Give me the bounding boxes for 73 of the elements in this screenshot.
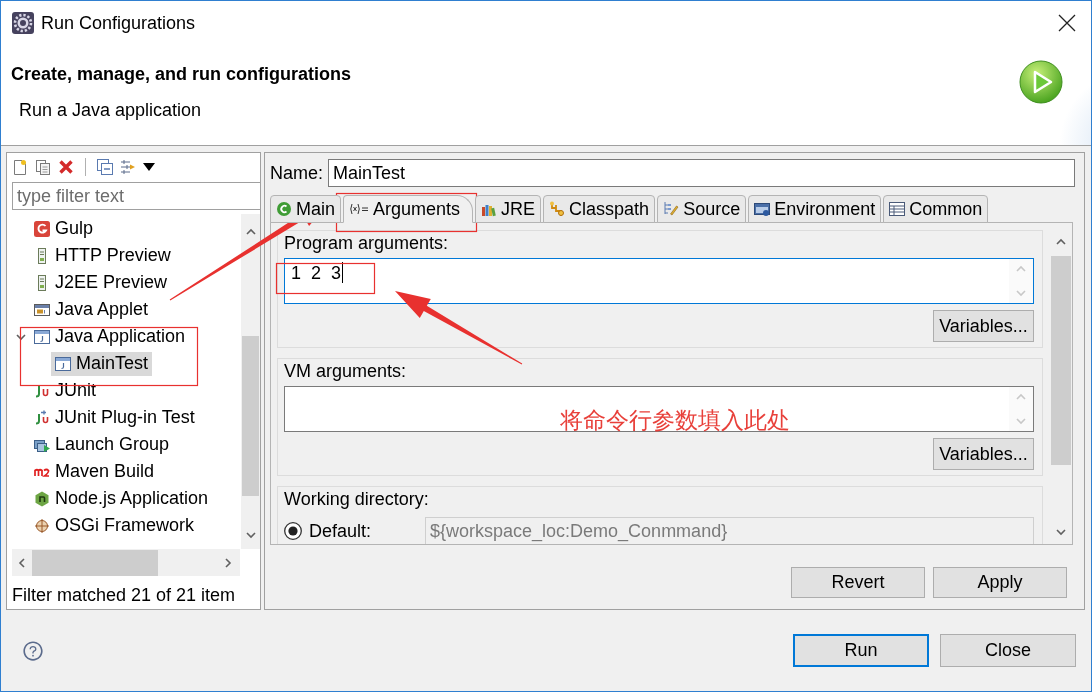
dialog-button[interactable]: Run [793, 634, 929, 667]
tree-item[interactable]: Launch Group [30, 432, 174, 457]
delete-icon[interactable] [58, 159, 74, 175]
chevron-up-icon[interactable] [245, 228, 256, 236]
hexagon-icon [34, 490, 50, 507]
tab[interactable]: Main [270, 195, 341, 223]
tree-item[interactable]: J2EE Preview [30, 270, 172, 295]
tree-item[interactable]: Java Application [30, 324, 190, 349]
filter-status: Filter matched 21 of 21 item [11, 584, 236, 606]
text-cursor-icon [342, 262, 344, 283]
pencil-tree-icon [663, 201, 680, 217]
tab[interactable]: JRE [475, 195, 542, 223]
scrollbar-thumb[interactable] [32, 549, 158, 576]
dropdown-icon[interactable] [143, 163, 155, 171]
help-icon[interactable] [22, 639, 44, 662]
circle-icon [276, 201, 292, 217]
window-icon [55, 355, 71, 372]
window-title: Run Configurations [41, 11, 196, 34]
table-icon [889, 201, 906, 217]
tree-item[interactable]: Gulp [30, 216, 98, 241]
tree-item[interactable]: JUnit [30, 378, 100, 403]
variable-icon [349, 201, 369, 217]
tree-item[interactable]: OSGi Framework [30, 513, 199, 538]
window-icon [34, 328, 50, 345]
variables-button[interactable]: Variables... [933, 438, 1034, 470]
annotation-text: 将命令行参数填入此处 [560, 406, 790, 434]
radio-label: Default: [309, 520, 373, 542]
play-icon [1019, 60, 1063, 104]
config-button[interactable]: Apply [933, 567, 1067, 598]
tab[interactable]: Source [657, 195, 747, 223]
config-button[interactable]: Revert [791, 567, 925, 598]
filter-field[interactable]: type filter text [12, 182, 260, 210]
tree-item[interactable]: HTTP Preview [30, 243, 175, 268]
tree-item[interactable]: Maven Build [30, 459, 159, 484]
monitor-icon [754, 201, 771, 217]
tab[interactable]: Environment [748, 195, 882, 223]
tab[interactable]: Classpath [543, 195, 656, 223]
gear-icon [12, 11, 34, 34]
copy-icon[interactable] [35, 159, 51, 175]
collapse-icon[interactable] [97, 159, 113, 175]
tree-item[interactable]: JUnit Plug-in Test [30, 405, 199, 430]
header-subtitle: Run a Java application [19, 99, 202, 122]
dialog-button[interactable]: Close [940, 634, 1076, 667]
scrollbar[interactable] [241, 214, 260, 549]
tab[interactable]: Arguments [343, 195, 474, 223]
name-field[interactable]: MainTest [328, 159, 1075, 187]
tree-item[interactable]: Node.js Application [30, 486, 213, 511]
new-document-icon[interactable] [12, 159, 28, 175]
swirl-tile-icon [34, 220, 50, 237]
scrollbar-thumb[interactable] [242, 336, 259, 496]
group-label: Program arguments: [284, 232, 449, 254]
tree-item[interactable]: Java Applet [30, 297, 153, 322]
group-label: Working directory: [284, 488, 429, 510]
scrollbar[interactable] [12, 549, 240, 576]
chevron-left-icon[interactable] [18, 557, 26, 568]
group-label: VM arguments: [284, 360, 407, 382]
tab[interactable]: Common [883, 195, 989, 223]
tree-item[interactable]: MainTest [51, 351, 153, 376]
applet-window-icon [34, 301, 50, 318]
close-icon[interactable] [1058, 13, 1076, 32]
chevron-up-icon[interactable] [1056, 238, 1066, 246]
scrollbar-thumb[interactable] [1051, 256, 1071, 465]
ju-plug-icon [34, 409, 50, 426]
chevron-right-icon[interactable] [224, 557, 232, 568]
chevron-down-icon[interactable] [1056, 528, 1066, 536]
filter-icon[interactable] [120, 159, 136, 175]
chevron-down-icon[interactable] [245, 531, 256, 539]
connector-icon [549, 201, 566, 217]
variables-button[interactable]: Variables... [933, 310, 1034, 342]
crosshair-icon [34, 517, 50, 534]
header-title: Create, manage, and run configurations [11, 63, 352, 86]
name-label: Name: [270, 162, 323, 184]
chevron-icon[interactable] [16, 332, 26, 341]
